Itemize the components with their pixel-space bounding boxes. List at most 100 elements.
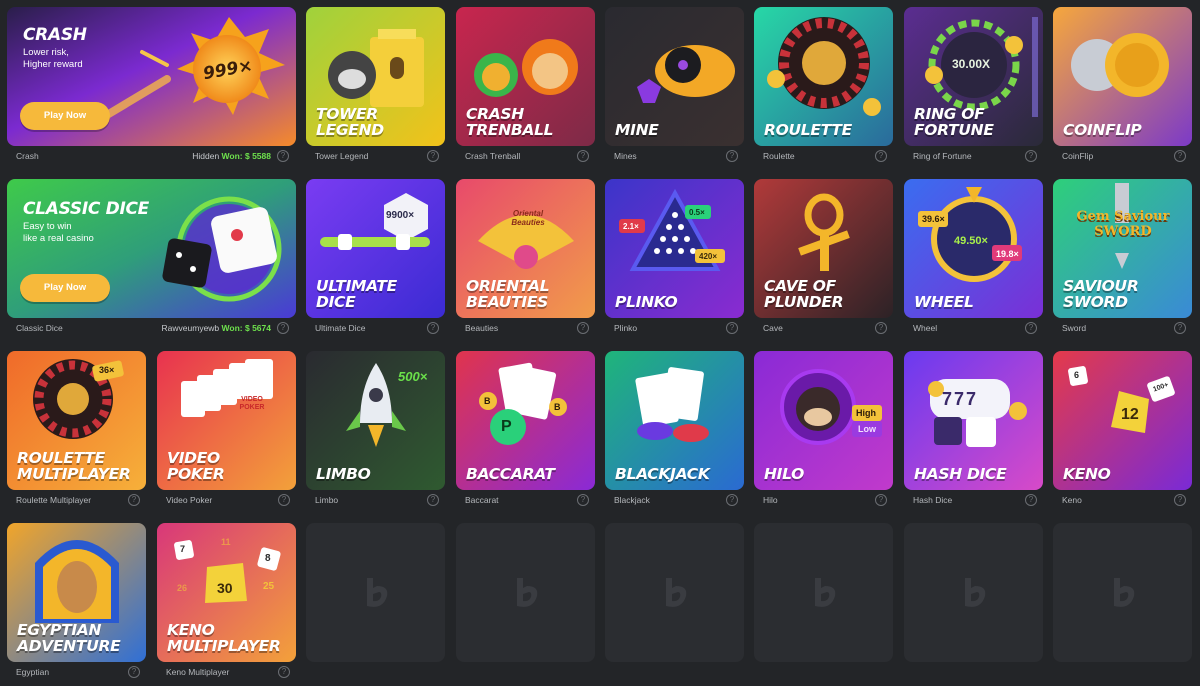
help-icon[interactable]: ? [128, 666, 140, 678]
help-icon[interactable]: ? [278, 494, 290, 506]
winner-name: Hidden [192, 151, 220, 161]
help-icon[interactable]: ? [277, 322, 289, 334]
classic-dice-title: CLASSIC DICE [23, 199, 149, 219]
game-name: Sword [1062, 323, 1087, 333]
game-name: Crash Trenball [465, 151, 521, 161]
bc-logo-icon [516, 577, 537, 607]
game-card-saviour-sword[interactable]: Gem Saviour SWORD SAVIOUR SWORD [1053, 179, 1192, 318]
game-card-baccarat[interactable]: B P B BACCARAT [456, 351, 595, 490]
help-icon[interactable]: ? [427, 150, 439, 162]
game-card-egyptian-adventure[interactable]: EGYPTIAN ADVENTURE [7, 523, 146, 662]
hilo-title: HILO [764, 465, 805, 483]
game-card-hash-dice[interactable]: 777 HASH DICE [904, 351, 1043, 490]
help-icon[interactable]: ? [577, 150, 589, 162]
game-card-roulette-multiplayer[interactable]: 36× ROULETTE MULTIPLAYER [7, 351, 146, 490]
game-card-limbo[interactable]: 500× LIMBO [306, 351, 445, 490]
game-card-keno[interactable]: 6 12 100+ KENO [1053, 351, 1192, 490]
keno-ball-main: 12 [1121, 406, 1139, 423]
help-icon[interactable]: ? [577, 322, 589, 334]
baccarat-caption-row: Baccarat ? [465, 494, 589, 508]
help-icon[interactable]: ? [1025, 150, 1037, 162]
video-poker-logo: VIDEO POKER [239, 396, 265, 411]
mines-title: MINE [615, 121, 659, 139]
help-icon[interactable]: ? [427, 494, 439, 506]
game-card-keno-multiplayer[interactable]: 7 11 8 26 30 25 KENO MULTIPLAYER [157, 523, 296, 662]
wheel-multiplier-center: 49.50× [954, 235, 988, 247]
ultimate-dice-title: ULTIMATE DICE [316, 277, 397, 311]
crash-subtitle: Lower risk, Higher reward [23, 47, 83, 70]
roulette-multiplayer-title: ROULETTE MULTIPLAYER [17, 449, 131, 483]
baccarat-title: BACCARAT [466, 465, 555, 483]
egyptian-title: EGYPTIAN ADVENTURE [17, 621, 121, 655]
bc-logo-icon [964, 577, 985, 607]
game-card-hilo[interactable]: High Low HILO [754, 351, 893, 490]
ring-multiplier: 30.00X [952, 57, 991, 71]
game-card-ring-of-fortune[interactable]: 30.00X RING OF FORTUNE [904, 7, 1043, 146]
help-icon[interactable]: ? [726, 150, 738, 162]
roulette-caption-row: Roulette ? [763, 150, 887, 164]
game-card-plinko[interactable]: 2.1× 0.5× 420× PLINKO [605, 179, 744, 318]
game-card-crash-trenball[interactable]: CRASH TRENBALL [456, 7, 595, 146]
classic-dice-subtitle: Easy to win like a real casino [23, 221, 94, 244]
help-icon[interactable]: ? [277, 150, 289, 162]
help-icon[interactable]: ? [577, 494, 589, 506]
hash-dice-title: HASH DICE [914, 465, 1007, 483]
help-icon[interactable]: ? [1025, 494, 1037, 506]
help-icon[interactable]: ? [875, 322, 887, 334]
help-icon[interactable]: ? [875, 150, 887, 162]
wheel-multiplier-left: 39.6× [922, 214, 945, 224]
help-icon[interactable]: ? [128, 494, 140, 506]
play-now-button[interactable]: Play Now [20, 102, 110, 130]
oriental-logo-text: Oriental Beauties [511, 209, 545, 227]
play-now-button[interactable]: Play Now [20, 274, 110, 302]
keno-multiplayer-title: KENO MULTIPLAYER [167, 621, 281, 655]
game-name: Classic Dice [16, 323, 63, 333]
game-name: Plinko [614, 323, 638, 333]
egyptian-caption-row: Egyptian ? [16, 666, 140, 680]
game-name: Tower Legend [315, 151, 369, 161]
game-card-mines[interactable]: MINE [605, 7, 744, 146]
help-icon[interactable]: ? [875, 494, 887, 506]
help-icon[interactable]: ? [278, 666, 290, 678]
mines-caption-row: Mines ? [614, 150, 738, 164]
help-icon[interactable]: ? [726, 494, 738, 506]
plinko-title: PLINKO [615, 293, 678, 311]
dice-multiplier: 9900× [386, 210, 415, 221]
help-icon[interactable]: ? [1174, 322, 1186, 334]
game-card-wheel[interactable]: 39.6× 49.50× 19.8× WHEEL [904, 179, 1043, 318]
hash-dice-caption-row: Hash Dice ? [913, 494, 1037, 508]
game-card-video-poker[interactable]: VIDEO POKER VIDEO POKER [157, 351, 296, 490]
cave-caption-row: Cave ? [763, 322, 887, 336]
help-icon[interactable]: ? [427, 322, 439, 334]
help-icon[interactable]: ? [726, 322, 738, 334]
placeholder-card [904, 523, 1043, 662]
latest-winner: Rawveumyewb Won: $ 5674 [162, 323, 271, 333]
help-icon[interactable]: ? [1174, 150, 1186, 162]
game-card-roulette[interactable]: ROULETTE [754, 7, 893, 146]
coinflip-title: COINFLIP [1063, 121, 1142, 139]
keno-title: KENO [1063, 465, 1111, 483]
help-icon[interactable]: ? [1025, 322, 1037, 334]
game-card-coinflip[interactable]: COINFLIP [1053, 7, 1192, 146]
game-card-crash-featured[interactable]: CRASH Lower risk, Higher reward 999× Pla… [7, 7, 296, 146]
game-card-ultimate-dice[interactable]: 9900× ULTIMATE DICE [306, 179, 445, 318]
ring-of-fortune-title: RING OF FORTUNE [914, 105, 994, 139]
game-card-tower-legend[interactable]: TOWER LEGEND [306, 7, 445, 146]
limbo-caption-row: Limbo ? [315, 494, 439, 508]
tower-legend-title: TOWER LEGEND [316, 105, 384, 139]
video-poker-title: VIDEO POKER [167, 449, 225, 483]
game-name: Ultimate Dice [315, 323, 366, 333]
keno-mp-ball-2: 11 [221, 537, 231, 547]
game-card-oriental-beauties[interactable]: Oriental Beauties ORIENTAL BEAUTIES [456, 179, 595, 318]
wheel-caption-row: Wheel ? [913, 322, 1037, 336]
game-name: Crash [16, 151, 39, 161]
bc-logo-icon [665, 577, 686, 607]
plinko-multiplier-left: 2.1× [623, 222, 639, 231]
help-icon[interactable]: ? [1174, 494, 1186, 506]
game-card-classic-dice-featured[interactable]: CLASSIC DICE Easy to win like a real cas… [7, 179, 296, 318]
game-card-blackjack[interactable]: BLACKJACK [605, 351, 744, 490]
won-amount: Won: $ 5674 [221, 323, 271, 333]
oriental-beauties-title: ORIENTAL BEAUTIES [466, 277, 550, 311]
crash-title: CRASH [23, 25, 87, 45]
game-card-cave-of-plunder[interactable]: CAVE OF PLUNDER [754, 179, 893, 318]
